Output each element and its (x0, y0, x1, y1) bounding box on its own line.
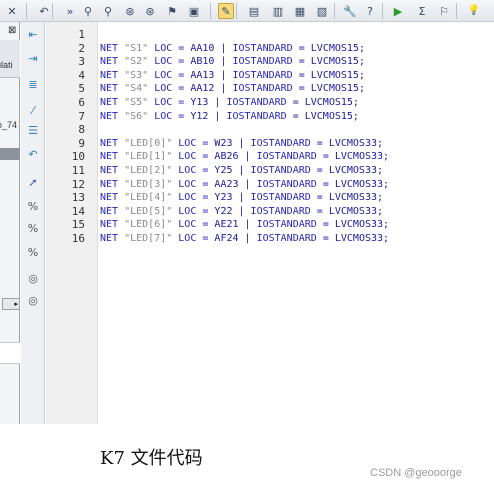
toolbar-separator (456, 3, 457, 19)
line-number: 2 (78, 41, 85, 55)
overflow-icon[interactable]: » (62, 3, 78, 19)
figure-caption: K7 文件代码 (100, 448, 203, 469)
close-icon[interactable]: ✕ (4, 3, 20, 19)
panel-item-label[interactable]: o_74 (0, 120, 17, 130)
line-number-gutter: 1 2 3 4 5 6 7 8 9 10 11 12 13 14 15 16 (46, 22, 98, 424)
line-number: 11 (71, 164, 85, 177)
watermark: CSDN @geooorge (370, 467, 462, 479)
undo-small-icon[interactable]: ↶ (25, 146, 41, 162)
comment-icon[interactable]: ⁄ (25, 102, 41, 118)
wrench-icon[interactable]: 🔧 (342, 3, 358, 19)
code-line[interactable]: NET "S3" LOC = AA13 | IOSTANDARD = LVCMO… (100, 69, 365, 83)
window-restore-icon[interactable]: ▧ (314, 3, 330, 19)
code-line[interactable]: NET "LED[7]" LOC = AF24 | IOSTANDARD = L… (100, 232, 389, 246)
run-icon[interactable]: ▶ (390, 3, 406, 19)
code-line[interactable]: NET "LED[0]" LOC = W23 | IOSTANDARD = LV… (100, 137, 383, 151)
line-number: 7 (78, 109, 85, 123)
code-line[interactable]: NET "S5" LOC = Y13 | IOSTANDARD = LVCMOS… (100, 96, 359, 110)
file-icon[interactable]: ▣ (186, 3, 202, 19)
line-number: 15 (71, 218, 85, 232)
panel-close-icon[interactable]: ⊠ (8, 25, 16, 36)
line-number: 1 (78, 28, 85, 41)
code-line[interactable]: NET "S6" LOC = Y12 | IOSTANDARD = LVCMOS… (100, 110, 359, 124)
find-in-files-icon[interactable]: ⊛ (122, 3, 138, 19)
line-number: 14 (71, 204, 85, 218)
code-line[interactable]: NET "LED[5]" LOC = Y22 | IOSTANDARD = LV… (100, 205, 383, 219)
document-icon[interactable]: ≣ (25, 76, 41, 92)
action-bar: ⇤ ⇥ ≣ ⁄ ☰ ↶ ➚%%% ◎ ◎ (21, 22, 45, 424)
circle-icon-2[interactable]: ◎ (25, 292, 41, 308)
toolbar-separator (210, 3, 211, 19)
toolbar-separator (382, 3, 383, 19)
percent-icon[interactable]: % (25, 198, 41, 214)
percent-icon-3[interactable]: % (25, 244, 41, 260)
indent-icon[interactable]: ☰ (25, 122, 41, 138)
lightbulb-icon[interactable]: 💡 (466, 3, 482, 19)
line-number: 16 (71, 232, 85, 245)
line-number: 12 (71, 177, 85, 191)
sigma-icon[interactable]: Σ (414, 3, 430, 19)
toolbar-separator (334, 3, 335, 19)
code-line[interactable]: NET "LED[1]" LOC = AB26 | IOSTANDARD = L… (100, 150, 389, 164)
edit-icon[interactable]: ✎ (218, 3, 234, 19)
horizontal-scrollbar[interactable]: ▸ (2, 298, 20, 310)
code-line[interactable]: NET "LED[4]" LOC = Y23 | IOSTANDARD = LV… (100, 191, 383, 205)
replace-icon[interactable]: ⊛ (142, 3, 158, 19)
line-number: 3 (78, 55, 85, 69)
circle-icon[interactable]: ◎ (25, 270, 41, 286)
line-number: 13 (71, 191, 85, 205)
find-icon[interactable]: ⚲ (100, 3, 116, 19)
toolbar-separator (26, 3, 27, 19)
toolbar: ✕ ↶» ⚲ ⚲ ⊛ ⊛ ⚑ ▣ ✎ ▤ ▥ ▦ ▧ 🔧? ▶ Σ ⚐ 💡 (0, 0, 494, 22)
window-split-icon[interactable]: ▥ (270, 3, 286, 19)
collapse-icon[interactable]: ⇤ (25, 26, 41, 42)
code-line[interactable]: NET "S4" LOC = AA12 | IOSTANDARD = LVCMO… (100, 82, 365, 96)
scroll-right-icon[interactable]: ▸ (14, 300, 18, 308)
left-panel: ⊠ ulati o_74 ▸ (0, 22, 20, 424)
percent-icon-2[interactable]: % (25, 220, 41, 236)
panel-field[interactable] (0, 342, 20, 364)
code-line[interactable]: NET "LED[3]" LOC = AA23 | IOSTANDARD = L… (100, 178, 389, 192)
line-number: 9 (78, 136, 85, 150)
toolbar-separator (236, 3, 237, 19)
code-line[interactable]: NET "LED[6]" LOC = AE21 | IOSTANDARD = L… (100, 218, 389, 232)
line-number: 4 (78, 68, 85, 82)
bookmark-icon[interactable]: ⚑ (164, 3, 180, 19)
undo-icon[interactable]: ↶ (36, 3, 52, 19)
code-editor[interactable]: NET "S1" LOC = AA10 | IOSTANDARD = LVCMO… (98, 22, 494, 424)
code-line[interactable]: NET "S2" LOC = AB10 | IOSTANDARD = LVCMO… (100, 55, 365, 69)
window-tile-icon[interactable]: ▤ (246, 3, 262, 19)
line-number: 8 (78, 123, 85, 137)
pin-icon[interactable]: ⚐ (436, 3, 452, 19)
arrow-icon[interactable]: ➚ (25, 174, 41, 190)
line-number: 5 (78, 82, 85, 96)
search-icon[interactable]: ⚲ (80, 3, 96, 19)
code-line[interactable]: NET "S1" LOC = AA10 | IOSTANDARD = LVCMO… (100, 42, 365, 56)
help-icon[interactable]: ? (362, 3, 378, 19)
panel-tab-label: ulati (0, 60, 13, 70)
panel-selected-row[interactable] (0, 148, 20, 160)
expand-icon[interactable]: ⇥ (25, 50, 41, 66)
code-line[interactable]: NET "LED[2]" LOC = Y25 | IOSTANDARD = LV… (100, 164, 383, 178)
panel-tab[interactable]: ulati (0, 40, 20, 78)
window-cascade-icon[interactable]: ▦ (292, 3, 308, 19)
line-number: 10 (71, 150, 85, 164)
line-number: 6 (78, 96, 85, 109)
toolbar-separator (52, 3, 53, 19)
